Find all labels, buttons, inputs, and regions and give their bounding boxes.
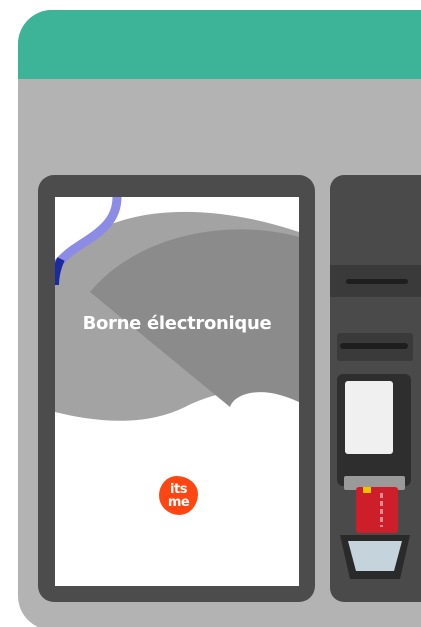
kiosk-header-band <box>18 10 421 79</box>
screen-title: Borne électronique <box>82 313 272 334</box>
bank-card <box>356 487 398 533</box>
itsme-logo: its me <box>159 476 198 515</box>
screen-background-art <box>55 197 299 421</box>
output-tray <box>340 535 410 579</box>
card-stripe <box>380 493 383 527</box>
card-slot-top <box>346 279 408 284</box>
kiosk-screen: Borne électronique its me <box>55 197 299 586</box>
logo-line1: its <box>170 481 187 497</box>
kiosk-illustration: Borne électronique its me <box>0 0 421 627</box>
reader-display <box>345 381 393 454</box>
logo-line2: me <box>167 494 190 510</box>
receipt-slot <box>340 343 408 349</box>
card-chip-icon <box>363 487 371 493</box>
